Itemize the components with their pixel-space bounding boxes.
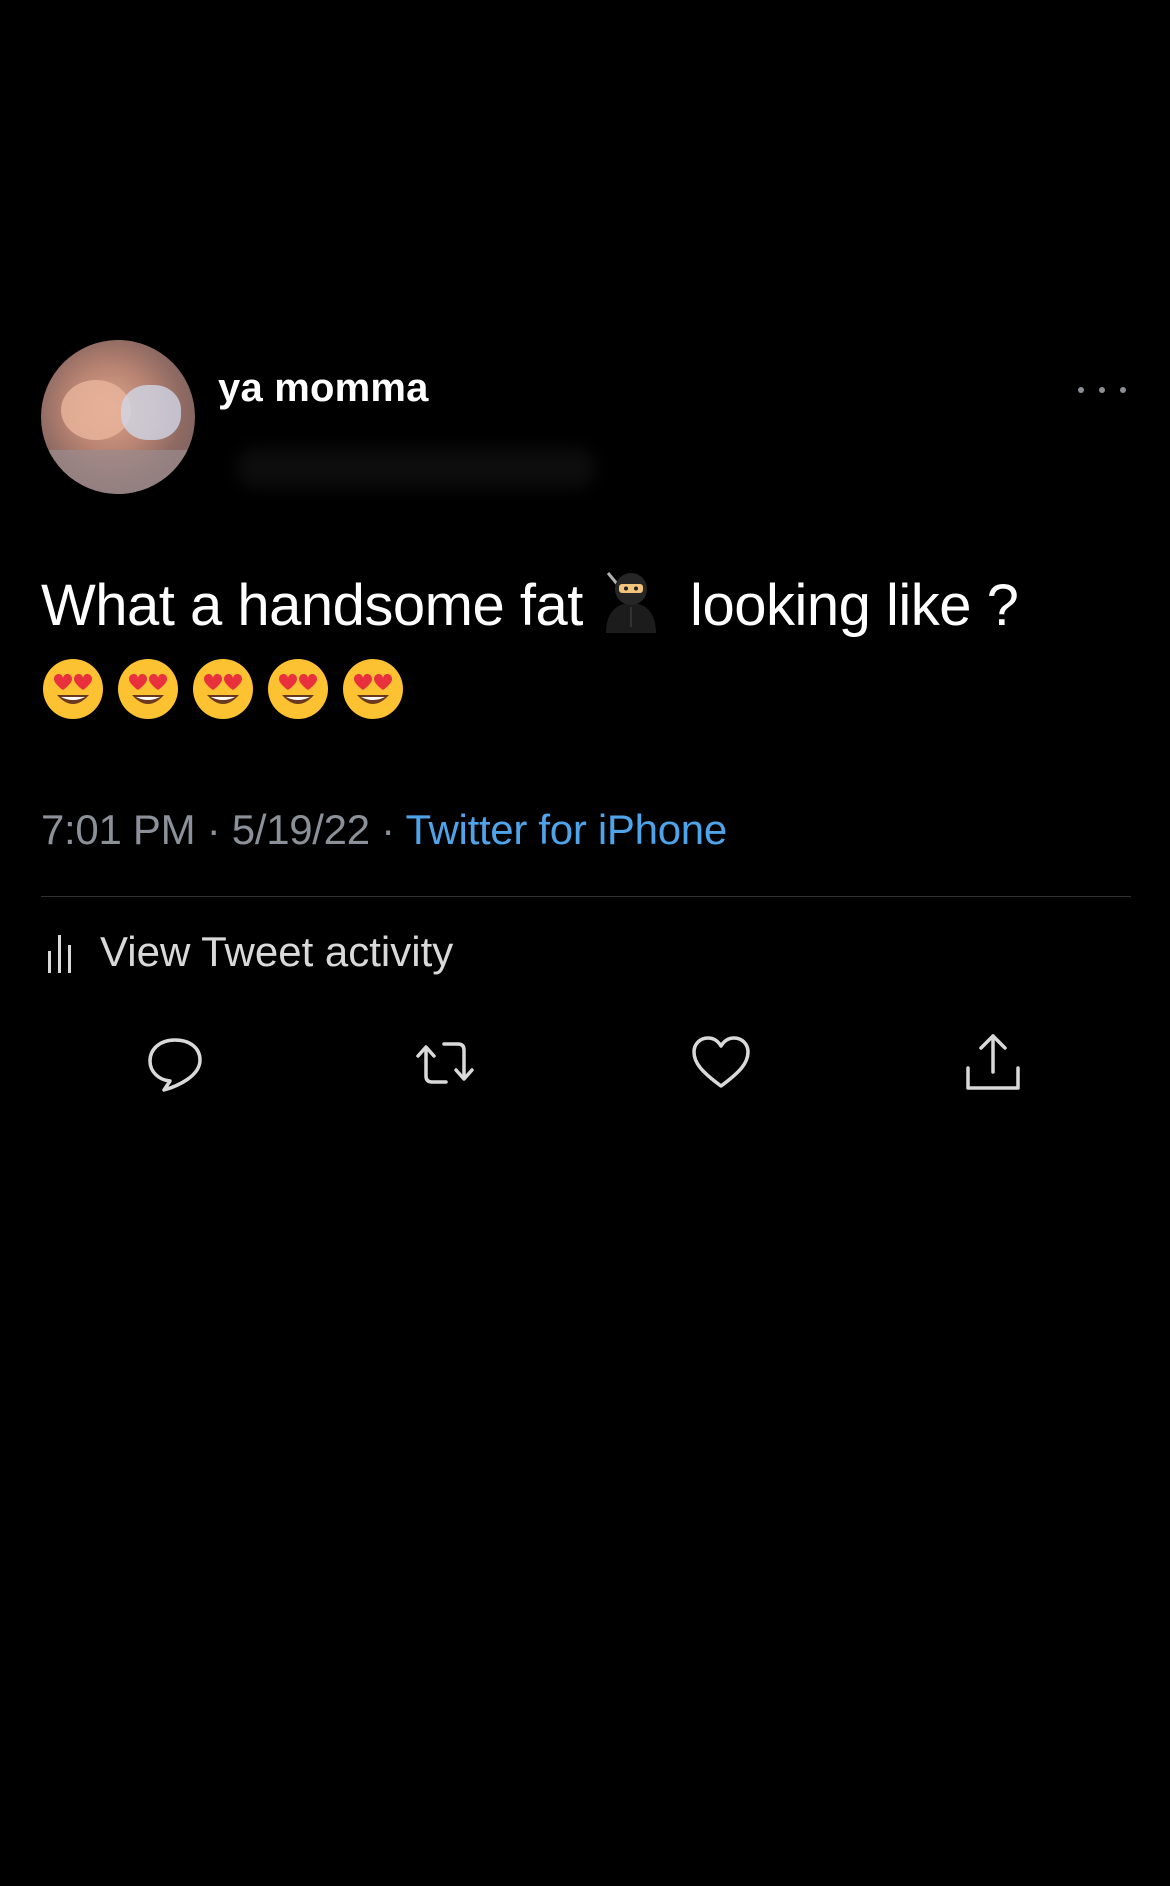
heart-eyes-icon xyxy=(268,659,328,719)
share-button[interactable] xyxy=(960,1030,1026,1096)
tweet-meta: 7:01 PM · 5/19/22 · Twitter for iPhone xyxy=(41,806,727,854)
tweet-date: 5/19/22 xyxy=(231,806,370,853)
tweet-time: 7:01 PM xyxy=(41,806,196,853)
tweet-text: What a handsome fat looking like ? xyxy=(41,562,1131,738)
more-dot xyxy=(1120,387,1126,393)
tweet-text-after: looking like ? xyxy=(674,573,1019,638)
heart-eyes-icon xyxy=(43,659,103,719)
retweet-button[interactable] xyxy=(412,1030,478,1096)
tweet-actions-bar xyxy=(0,1030,1170,1100)
bar-chart-icon xyxy=(48,935,71,973)
retweet-icon xyxy=(416,1042,474,1084)
reply-button[interactable] xyxy=(142,1030,208,1096)
tweet-text-line-1: What a handsome fat looking like ? xyxy=(41,562,1131,650)
view-tweet-activity-button[interactable]: View Tweet activity xyxy=(46,928,453,976)
blurred-handle xyxy=(236,448,596,488)
share-icon xyxy=(966,1034,1020,1090)
speech-bubble-icon xyxy=(148,1038,202,1092)
ninja-icon xyxy=(606,572,657,633)
heart-eyes-icon xyxy=(343,659,403,719)
more-dot xyxy=(1078,387,1084,393)
tweet-source-link[interactable]: Twitter for iPhone xyxy=(405,806,727,853)
like-button[interactable] xyxy=(688,1030,754,1096)
tweet-text-before: What a handsome fat xyxy=(41,573,583,638)
heart-icon xyxy=(692,1036,750,1088)
heart-eyes-icon xyxy=(193,659,253,719)
tweet-detail: ya momma What a handsome fat looking lik… xyxy=(0,0,1170,1886)
avatar-photo-part xyxy=(121,385,181,440)
view-tweet-activity-label: View Tweet activity xyxy=(100,928,454,975)
display-name[interactable]: ya momma xyxy=(218,366,429,411)
avatar[interactable] xyxy=(41,340,195,494)
heart-eyes-icon xyxy=(118,659,178,719)
tweet-text-line-2 xyxy=(41,650,1131,738)
meta-separator: · xyxy=(195,806,232,853)
more-options-button[interactable] xyxy=(1078,378,1126,402)
avatar-photo-part xyxy=(41,450,195,494)
divider xyxy=(41,896,1131,897)
meta-separator: · xyxy=(369,806,406,853)
more-dot xyxy=(1099,387,1105,393)
